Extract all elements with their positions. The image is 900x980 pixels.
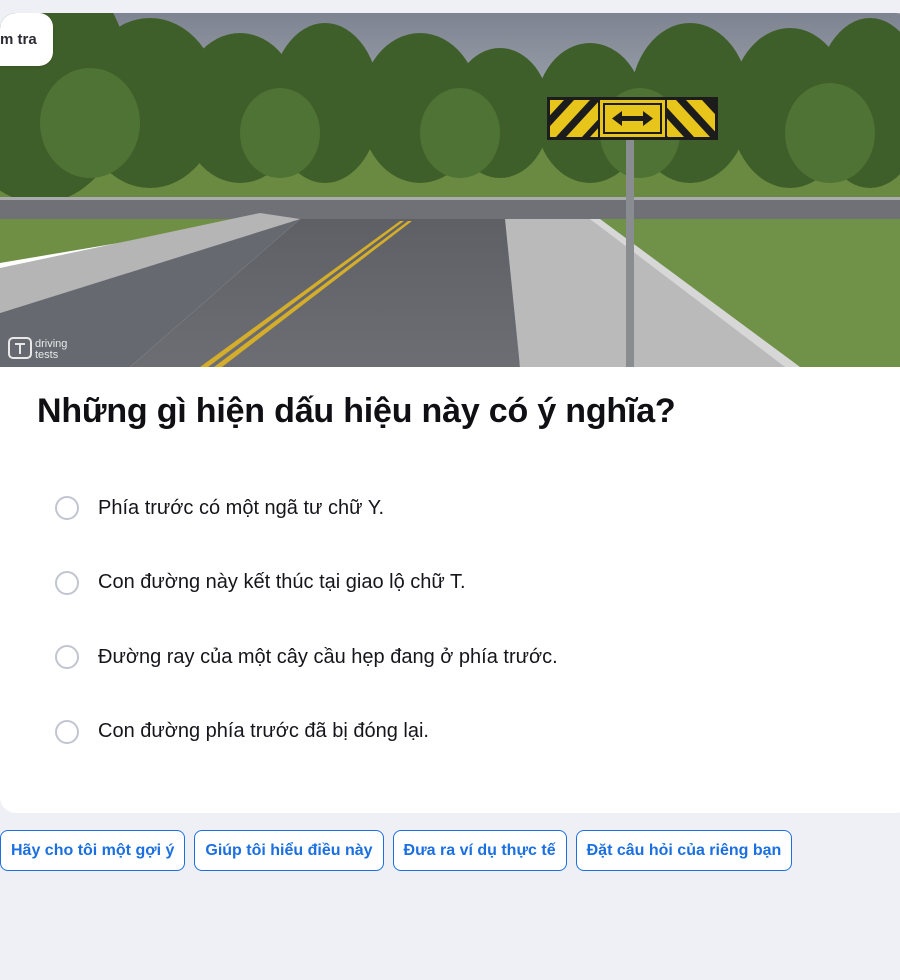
- radio-button[interactable]: [55, 570, 79, 595]
- question-image: driving tests: [0, 13, 900, 367]
- ask-own-question-button[interactable]: Đặt câu hỏi của riêng bạn: [575, 830, 793, 871]
- breadcrumb-tag: m tra: [0, 13, 53, 66]
- answer-options: Phía trước có một ngã tư chữ Y. Con đườn…: [55, 494, 558, 792]
- question-text: Những gì hiện dấu hiệu này có ý nghĩa?: [37, 392, 676, 430]
- radio-button[interactable]: [55, 645, 79, 669]
- answer-label: Đường ray của một cây cầu hẹp đang ở phí…: [98, 645, 558, 668]
- answer-option[interactable]: Con đường phía trước đã bị đóng lại.: [55, 718, 558, 746]
- radio-button[interactable]: [55, 719, 79, 744]
- watermark-line2: tests: [35, 349, 59, 361]
- explain-button[interactable]: Giúp tôi hiểu điều này: [194, 830, 384, 871]
- answer-label: Phía trước có một ngã tư chữ Y.: [98, 496, 385, 519]
- answer-option[interactable]: Đường ray của một cây cầu hẹp đang ở phí…: [55, 643, 558, 671]
- real-example-button[interactable]: Đưa ra ví dụ thực tế: [392, 830, 567, 871]
- answer-label: Con đường này kết thúc tại giao lộ chữ T…: [98, 571, 466, 593]
- suggestion-chips: Hãy cho tôi một gợi ý Giúp tôi hiểu điều…: [0, 830, 793, 871]
- answer-label: Con đường phía trước đã bị đóng lại.: [98, 720, 429, 742]
- hint-button[interactable]: Hãy cho tôi một gợi ý: [0, 830, 186, 871]
- answer-option[interactable]: Phía trước có một ngã tư chữ Y.: [55, 494, 558, 522]
- answer-option[interactable]: Con đường này kết thúc tại giao lộ chữ T…: [55, 569, 558, 597]
- radio-button[interactable]: [55, 496, 79, 520]
